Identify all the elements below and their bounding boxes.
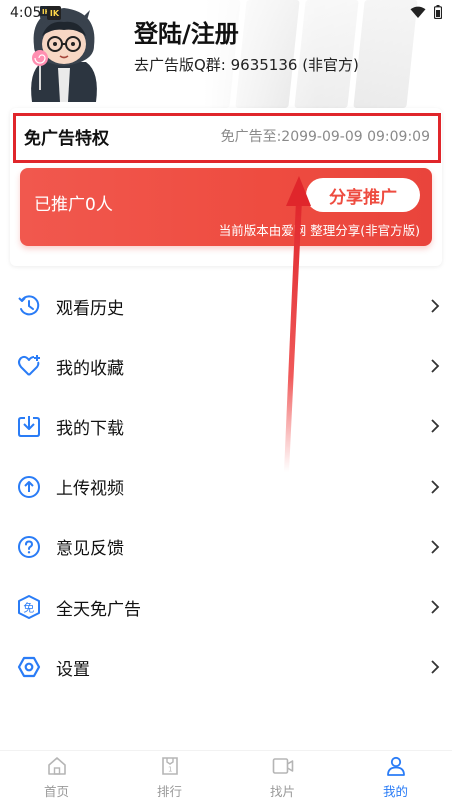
svg-text:1: 1 [168,766,172,774]
download-icon [16,413,42,439]
menu-item-watch-history[interactable]: 观看历史 [0,276,452,336]
menu-label: 上传视频 [56,479,124,500]
menu-item-downloads[interactable]: 我的下载 [0,396,452,456]
chevron-right-icon [431,299,440,313]
nav-label: 找片 [269,784,295,799]
menu-label: 我的收藏 [56,358,124,379]
person-icon [385,755,407,777]
ranking-icon: 1 [159,755,181,777]
share-promote-button[interactable]: 分享推广 [306,178,420,212]
upload-icon [16,474,42,500]
app-notification-icon: IK [47,6,62,20]
chevron-right-icon [431,419,440,434]
expire-label: 免广告至: [220,129,282,145]
video-icon [272,755,294,777]
bottom-navigation: 首页 1 排行 找片 我的 [0,750,452,804]
privilege-title: 免广告特权 [24,128,109,149]
menu-item-favorites[interactable]: 我的收藏 [0,336,452,396]
chevron-right-icon [431,480,440,494]
home-icon [46,755,68,777]
menu-label: 我的下载 [56,418,124,439]
heart-plus-icon [16,353,42,379]
wifi-icon [410,6,426,18]
menu-item-ad-free[interactable]: 免 全天免广告 [0,577,452,637]
menu-item-settings[interactable]: 设置 [0,637,452,697]
no-ads-icon: 免 [16,594,42,620]
version-note: 当前版本由爱网 整理分享(非官方版) [218,223,420,238]
nav-ranking[interactable]: 1 排行 [113,751,226,804]
chevron-right-icon [431,540,440,554]
question-icon [16,534,42,560]
promotion-banner: 已推广0人 分享推广 当前版本由爱网 整理分享(非官方版) [20,168,432,246]
expire-date: 2099-09-09 09:09:09 [281,129,430,145]
nav-home[interactable]: 首页 [0,751,113,804]
menu-list: 观看历史 我的收藏 我的下载 上传视频 意见反馈 免 全天免广告 设置 [0,276,452,697]
nav-mine[interactable]: 我的 [339,751,452,804]
menu-item-upload-video[interactable]: 上传视频 [0,457,452,517]
ad-free-privilege-row: 免广告特权 免广告至:2099-09-09 09:09:09 [10,108,442,164]
menu-label: 全天免广告 [56,599,141,620]
history-icon [16,293,42,319]
nav-label: 排行 [156,784,182,799]
status-time: 4:05 [10,5,42,21]
battery-icon [434,5,442,19]
nav-find-video[interactable]: 找片 [226,751,339,804]
qq-group-text: 去广告版Q群: 9635136 (非官方) [134,56,359,74]
chevron-right-icon [431,359,440,373]
menu-item-feedback[interactable]: 意见反馈 [0,517,452,577]
menu-label: 观看历史 [56,298,124,319]
settings-hexagon-icon [16,654,42,680]
menu-label: 意见反馈 [56,539,124,560]
status-bar: 4:05 IK [0,0,452,26]
nav-label: 我的 [382,784,408,799]
menu-label: 设置 [56,659,90,680]
privilege-expire: 免广告至:2099-09-09 09:09:09 [221,126,430,146]
chevron-right-icon [431,660,440,674]
svg-text:免: 免 [23,601,34,615]
status-indicators [410,5,442,19]
chevron-right-icon [431,600,440,614]
nav-label: 首页 [43,784,69,799]
promoted-count: 已推广0人 [34,195,113,215]
